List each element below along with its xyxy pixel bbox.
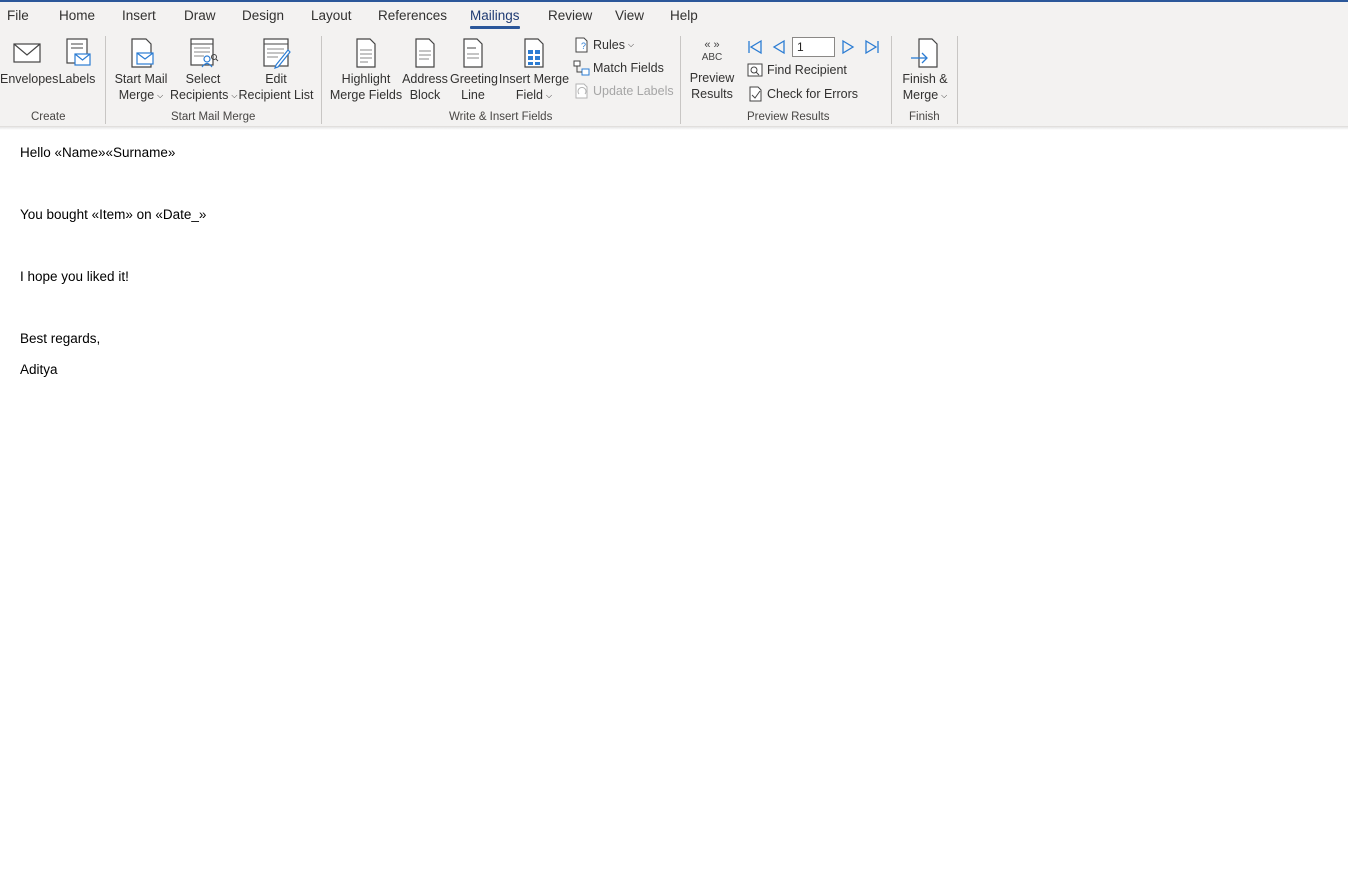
envelope-icon: [13, 43, 41, 63]
tab-layout[interactable]: Layout: [311, 8, 352, 23]
chevron-down-icon: ⌵: [627, 40, 635, 49]
tab-draw[interactable]: Draw: [184, 8, 216, 23]
record-number-input[interactable]: [792, 37, 835, 57]
update-labels-button[interactable]: Update Labels: [574, 81, 674, 101]
tab-references[interactable]: References: [378, 8, 447, 23]
document-line: You bought «Item» on «Date_»: [20, 207, 207, 222]
group-label-create: Create: [31, 111, 66, 123]
tab-design[interactable]: Design: [242, 8, 284, 23]
ribbon-tab-bar: File Home Insert Draw Design Layout Refe…: [0, 2, 1348, 32]
rules-button[interactable]: ? Rules ⌵: [574, 35, 634, 55]
ribbon-shadow: [0, 127, 1348, 130]
match-fields-button[interactable]: Match Fields: [573, 58, 664, 78]
match-fields-icon: [573, 60, 590, 76]
start-mail-merge-button[interactable]: Start Mail Merge ⌵: [112, 38, 170, 104]
group-label-write-insert-fields: Write & Insert Fields: [449, 111, 553, 123]
chevron-down-icon: ⌵: [546, 91, 553, 100]
preview-results-button[interactable]: « » ABC Preview Results: [687, 40, 737, 102]
chevron-down-icon: ⌵: [231, 91, 238, 100]
svg-text:?: ?: [581, 41, 586, 51]
greeting-line-icon: [463, 38, 483, 68]
tab-home[interactable]: Home: [59, 8, 95, 23]
preview-merge-icon: « »: [704, 39, 720, 51]
tab-help[interactable]: Help: [670, 8, 698, 23]
tab-file[interactable]: File: [7, 8, 29, 23]
address-block-button[interactable]: Address Block: [402, 38, 448, 103]
insert-merge-field-button[interactable]: Insert Merge Field ⌵: [498, 38, 570, 104]
group-separator: [321, 36, 322, 124]
find-recipient-icon: [747, 63, 763, 77]
address-block-icon: [415, 38, 435, 68]
highlight-merge-fields-button[interactable]: Highlight Merge Fields: [328, 38, 404, 103]
edit-recipient-list-icon: [263, 38, 291, 69]
chevron-down-icon: ⌵: [157, 91, 164, 100]
rules-icon: ?: [575, 37, 588, 53]
group-separator: [680, 36, 681, 124]
tab-review[interactable]: Review: [548, 8, 592, 23]
tab-mailings[interactable]: Mailings: [470, 8, 520, 29]
tab-view[interactable]: View: [615, 8, 644, 23]
edit-recipient-list-button[interactable]: Edit Recipient List: [238, 38, 314, 103]
labels-icon: [66, 38, 91, 66]
check-for-errors-icon: [749, 86, 762, 102]
select-recipients-icon: [190, 38, 219, 68]
group-separator: [105, 36, 106, 124]
group-label-preview-results: Preview Results: [747, 111, 830, 123]
mailings-ribbon: Envelopes Labels Create Start Mail Merge…: [0, 32, 1348, 127]
next-record-icon[interactable]: [840, 39, 856, 55]
group-label-start-mail-merge: Start Mail Merge: [171, 111, 256, 123]
last-record-icon[interactable]: [863, 39, 881, 55]
group-separator: [891, 36, 892, 124]
find-recipient-button[interactable]: Find Recipient: [747, 60, 847, 80]
labels-button[interactable]: Labels: [57, 38, 97, 87]
update-labels-icon: [575, 83, 588, 99]
finish-merge-button[interactable]: Finish & Merge ⌵: [898, 38, 952, 104]
chevron-down-icon: ⌵: [941, 91, 948, 100]
insert-merge-field-icon: [524, 38, 544, 68]
previous-record-icon[interactable]: [771, 39, 787, 55]
select-recipients-button[interactable]: Select Recipients ⌵: [170, 38, 238, 104]
start-mail-merge-icon: [131, 38, 154, 68]
group-label-finish: Finish: [909, 111, 940, 123]
first-record-icon[interactable]: [746, 39, 764, 55]
finish-merge-icon: [911, 38, 938, 68]
document-line: I hope you liked it!: [20, 269, 129, 284]
envelopes-button[interactable]: Envelopes: [0, 38, 58, 87]
check-for-errors-button[interactable]: Check for Errors: [748, 84, 858, 104]
tab-insert[interactable]: Insert: [122, 8, 156, 23]
document-line: Best regards,: [20, 331, 101, 346]
group-separator: [957, 36, 958, 124]
document-line: Hello «Name»«Surname»: [20, 145, 176, 160]
document-line: Aditya: [20, 362, 58, 377]
greeting-line-button[interactable]: Greeting Line: [450, 38, 498, 103]
highlight-merge-fields-icon: [356, 38, 376, 68]
